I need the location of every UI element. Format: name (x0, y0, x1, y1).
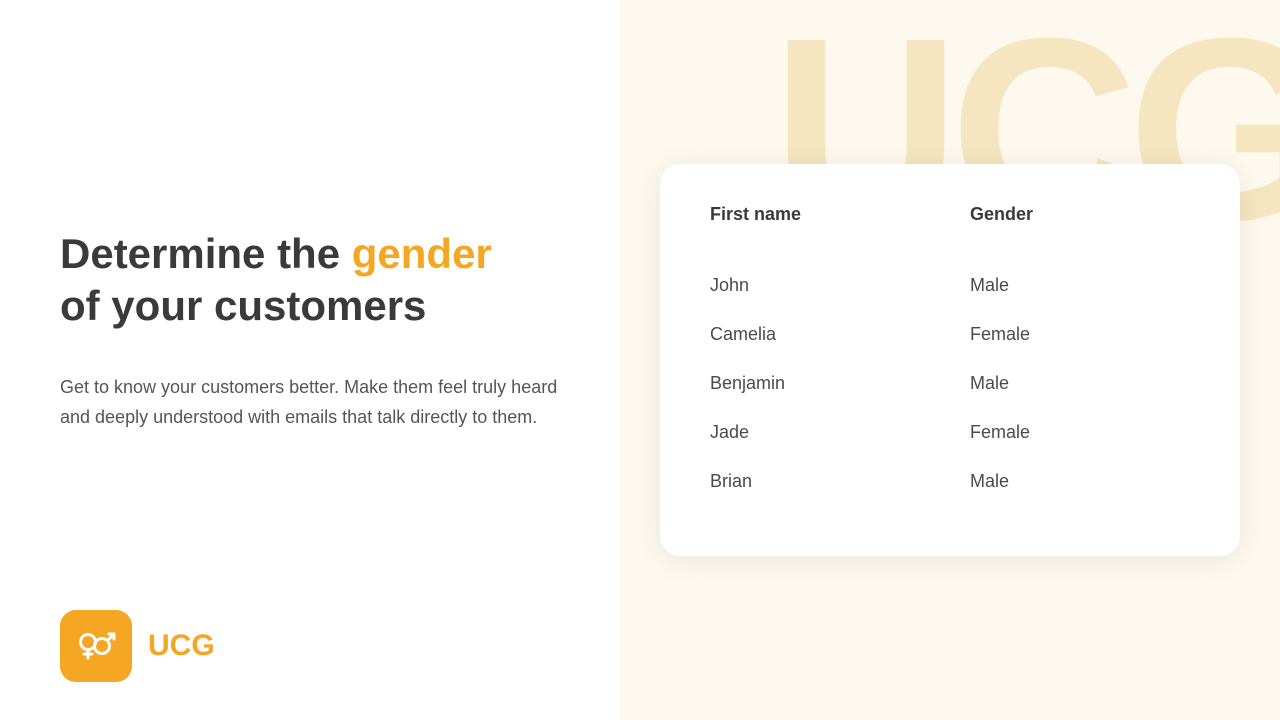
table-row: Benjamin Male (710, 359, 1190, 408)
cell-first-name: Benjamin (710, 373, 970, 394)
cell-gender: Female (970, 324, 1030, 345)
description-text: Get to know your customers better. Make … (60, 373, 560, 432)
column-header-gender: Gender (970, 204, 1033, 225)
right-panel: UCG First name Gender John Male Camelia … (620, 0, 1280, 720)
cell-first-name: Camelia (710, 324, 970, 345)
table-card: First name Gender John Male Camelia Fema… (660, 164, 1240, 556)
headline: Determine the gender of your customers (60, 228, 560, 333)
cell-first-name: Brian (710, 471, 970, 492)
left-panel: Determine the gender of your customers Ge… (0, 0, 620, 720)
headline-text-1: Determine the (60, 230, 352, 277)
headline-accent: gender (352, 230, 492, 277)
cell-gender: Female (970, 422, 1030, 443)
logo-row: UCG (60, 610, 215, 682)
table-body: John Male Camelia Female Benjamin Male J… (710, 261, 1190, 506)
headline-text-2: of your customers (60, 282, 426, 329)
table-header: First name Gender (710, 204, 1190, 233)
logo-text: UCG (148, 629, 215, 663)
table-row: Brian Male (710, 457, 1190, 506)
column-header-name: First name (710, 204, 970, 225)
logo-icon (60, 610, 132, 682)
gender-icon (74, 624, 118, 668)
table-row: Jade Female (710, 408, 1190, 457)
cell-first-name: Jade (710, 422, 970, 443)
cell-gender: Male (970, 275, 1009, 296)
cell-first-name: John (710, 275, 970, 296)
table-row: Camelia Female (710, 310, 1190, 359)
cell-gender: Male (970, 373, 1009, 394)
table-row: John Male (710, 261, 1190, 310)
cell-gender: Male (970, 471, 1009, 492)
